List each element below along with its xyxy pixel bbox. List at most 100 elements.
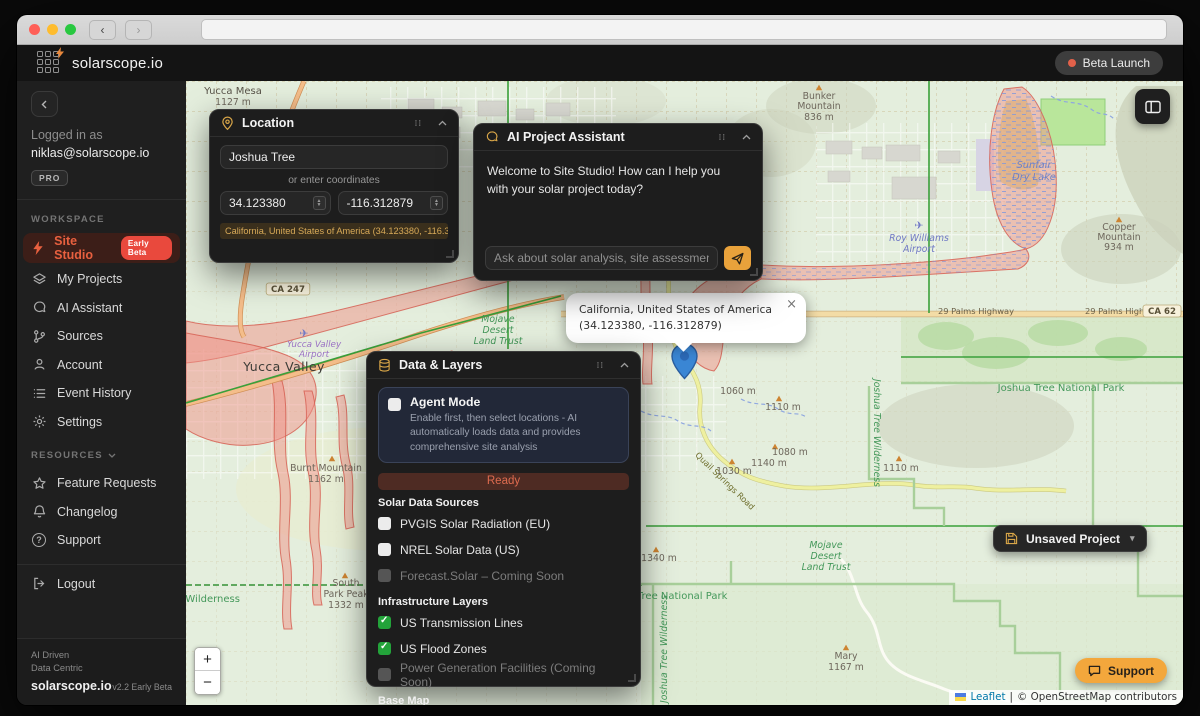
sidebar-item-settings[interactable]: Settings (31, 408, 172, 437)
assistant-message: Welcome to Site Studio! How can I help y… (474, 151, 746, 209)
sidebar-item-sources[interactable]: Sources (31, 322, 172, 351)
agent-mode-description: Enable first, then select locations - AI… (410, 412, 619, 455)
send-button[interactable] (724, 246, 751, 270)
map-label: e Wilderness (186, 594, 240, 605)
sidebar-footer: AI Driven Data Centric solarscope.io v2.… (17, 638, 186, 705)
sidebar-item-event-history[interactable]: Event History (31, 379, 172, 408)
assistant-input[interactable] (485, 246, 718, 270)
zoom-out-button[interactable]: − (195, 671, 220, 694)
unsaved-project-button[interactable]: Unsaved Project ▾ (993, 525, 1147, 552)
collapse-panel-icon[interactable] (438, 120, 447, 126)
sidebar-item-feature-requests[interactable]: Feature Requests (31, 469, 172, 498)
resources-section-label[interactable]: RESOURCES (31, 450, 172, 461)
map-zoom-control: + − (194, 647, 221, 695)
star-icon (31, 475, 47, 491)
map[interactable]: Yucca Mesa1127 mBunkerMountain836 mSunfa… (186, 81, 1183, 705)
resize-handle[interactable] (628, 674, 636, 682)
layer-row-flood-zones[interactable]: US Flood Zones (378, 636, 629, 662)
minimize-window-icon[interactable] (47, 24, 58, 35)
zoom-in-button[interactable]: + (195, 648, 220, 671)
sidebar-item-my-projects[interactable]: My Projects (31, 265, 172, 294)
checkbox-unchecked[interactable] (378, 543, 391, 556)
map-label: Mojave (809, 540, 842, 551)
maximize-window-icon[interactable] (65, 24, 76, 35)
chat-icon (485, 130, 499, 144)
resize-handle[interactable] (750, 268, 758, 276)
leaflet-link[interactable]: Leaflet (970, 691, 1005, 703)
checkbox-checked[interactable] (378, 642, 391, 655)
forward-button[interactable]: › (125, 20, 152, 40)
beta-launch-badge[interactable]: Beta Launch (1055, 51, 1163, 75)
resize-handle[interactable] (446, 250, 454, 258)
early-beta-badge: Early Beta (121, 236, 172, 260)
data-layers-panel-header[interactable]: Data & Layers ⁞⁞ (367, 352, 640, 379)
map-label: Land Trust (474, 336, 523, 347)
layers-icon (31, 271, 47, 287)
back-button[interactable]: ‹ (89, 20, 116, 40)
data-layers-panel: Data & Layers ⁞⁞ Agent Mode Enable first… (366, 351, 641, 687)
map-popup: California, United States of America (34… (566, 293, 806, 343)
ai-assistant-panel-header[interactable]: AI Project Assistant ⁞⁞ (474, 124, 762, 151)
location-search-input[interactable] (220, 145, 448, 169)
number-stepper-icon[interactable]: ▲▼ (313, 196, 326, 210)
sidebar-item-logout[interactable]: Logout (31, 570, 172, 599)
plan-badge: PRO (31, 170, 68, 186)
app-version: v2.2 Early Beta (112, 682, 172, 692)
panel-layout-toggle-button[interactable] (1135, 89, 1170, 124)
browser-titlebar: ‹ › (17, 15, 1183, 45)
map-label: CA 247 (271, 285, 305, 295)
location-panel-header[interactable]: Location ⁞⁞ (210, 110, 458, 137)
map-label: Burnt Mountain (290, 463, 362, 474)
sidebar-collapse-button[interactable] (31, 91, 58, 117)
ai-assistant-panel: AI Project Assistant ⁞⁞ Welcome to Site … (473, 123, 763, 281)
layer-row-forecast-solar: Forecast.Solar – Coming Soon (378, 563, 629, 589)
collapse-panel-icon[interactable] (620, 362, 629, 368)
support-button[interactable]: Support (1075, 658, 1167, 683)
agent-mode-card: Agent Mode Enable first, then select loc… (378, 387, 629, 463)
status-bar: Ready (378, 473, 629, 490)
map-label: Roy Williams (889, 233, 949, 244)
sidebar-item-ai-assistant[interactable]: AI Assistant (31, 294, 172, 323)
map-label: 934 m (1104, 242, 1134, 253)
map-label: 29 Palms Highway (938, 306, 1014, 316)
map-label: 1167 m (828, 662, 864, 673)
sidebar-item-changelog[interactable]: Changelog (31, 498, 172, 527)
map-label: ✈ (299, 327, 308, 340)
layer-row-nrel[interactable]: NREL Solar Data (US) (378, 537, 629, 563)
map-label: 1332 m (328, 600, 364, 611)
map-label: Joshua Tree Wilderness (659, 595, 670, 705)
osm-attribution: © OpenStreetMap contributors (1017, 691, 1177, 703)
solarscope-logo-icon (37, 51, 61, 75)
map-label: 1080 m (772, 447, 808, 458)
sidebar-item-account[interactable]: Account (31, 351, 172, 380)
close-window-icon[interactable] (29, 24, 40, 35)
checkbox-checked[interactable] (378, 616, 391, 629)
coordinates-hint: or enter coordinates (220, 175, 448, 186)
agent-mode-checkbox[interactable] (388, 398, 401, 411)
address-bar[interactable] (201, 19, 1167, 40)
drag-handle-icon[interactable]: ⁞⁞ (597, 361, 604, 370)
map-label: 1110 m (883, 463, 919, 474)
base-map-heading: Base Map (378, 695, 629, 705)
map-label: Land Trust (802, 562, 851, 573)
list-icon (31, 385, 47, 401)
map-label: Joshua Tree National Park (997, 383, 1125, 394)
drag-handle-icon[interactable]: ⁞⁞ (415, 119, 422, 128)
map-label: Mary (834, 651, 858, 662)
divider (17, 564, 186, 565)
number-stepper-icon[interactable]: ▲▼ (430, 196, 443, 210)
map-label: Sunfair (1017, 160, 1053, 171)
popup-close-icon[interactable]: × (786, 298, 797, 311)
ukraine-flag-icon (955, 693, 966, 701)
sidebar-item-site-studio[interactable]: Site Studio Early Beta (23, 233, 180, 263)
map-label: Yucca Valley (287, 340, 342, 350)
sidebar-item-support[interactable]: ? Support (31, 526, 172, 555)
drag-handle-icon[interactable]: ⁞⁞ (719, 133, 726, 142)
browser-window: ‹ › solarscope.io Beta Launch Logged in … (16, 14, 1184, 706)
checkbox-unchecked[interactable] (378, 517, 391, 530)
collapse-panel-icon[interactable] (742, 134, 751, 140)
layer-row-transmission[interactable]: US Transmission Lines (378, 610, 629, 636)
location-panel: Location ⁞⁞ or enter coordinates ▲▼ (209, 109, 459, 263)
layer-row-pvgis[interactable]: PVGIS Solar Radiation (EU) (378, 511, 629, 537)
screen: ‹ › solarscope.io Beta Launch Logged in … (0, 0, 1200, 716)
